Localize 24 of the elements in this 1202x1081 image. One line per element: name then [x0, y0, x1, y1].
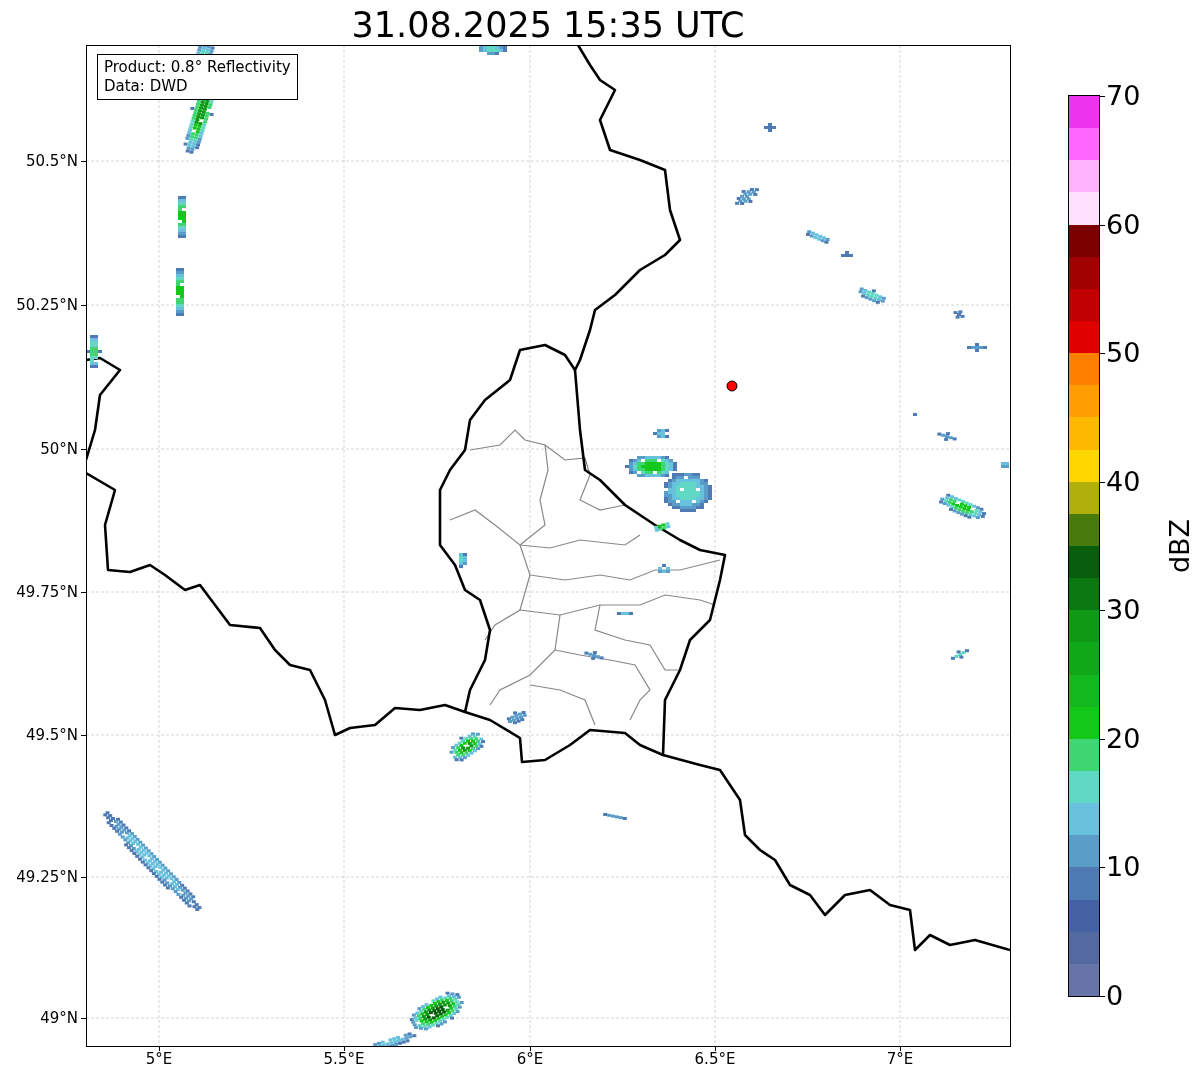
colorbar-tick-label: 60: [1106, 208, 1141, 241]
colorbar-tick-label: 20: [1106, 722, 1141, 755]
colorbar-tick-label: 40: [1106, 465, 1141, 498]
axis-tick-label: 7°E: [885, 1050, 915, 1068]
colorbar-tick-label: 30: [1106, 594, 1141, 627]
info-text: Data: DWD: [104, 77, 189, 96]
colorbar-tick-label: 10: [1106, 851, 1141, 884]
axis-tick-label: 5.5°E: [322, 1050, 366, 1068]
colorbar-tick-label: 0: [1106, 980, 1124, 1012]
axis-tick-label: 50.25°N: [15, 296, 78, 314]
colorbar-tick-label: 50: [1106, 337, 1141, 370]
axis-tick-label: 5°E: [144, 1050, 174, 1068]
axis-tick-label: 49.25°N: [15, 868, 78, 886]
chart-title: 31.08.2025 15:35 UTC: [350, 4, 746, 46]
axis-tick-label: 6°E: [515, 1050, 545, 1068]
axis-tick-label: 6.5°E: [693, 1050, 737, 1068]
colorbar-label: dBZ: [1164, 517, 1196, 576]
colorbar-tick-label: 70: [1106, 80, 1141, 112]
axis-tick-label: 49°N: [39, 1009, 78, 1027]
axis-tick-label: 49.75°N: [15, 583, 78, 601]
axis-tick-label: 49.5°N: [24, 726, 78, 744]
axis-tick-label: 50°N: [39, 440, 78, 458]
info-text: Product: 0.8° Reflectivity: [104, 58, 291, 77]
axis-tick-label: 50.5°N: [24, 152, 78, 170]
